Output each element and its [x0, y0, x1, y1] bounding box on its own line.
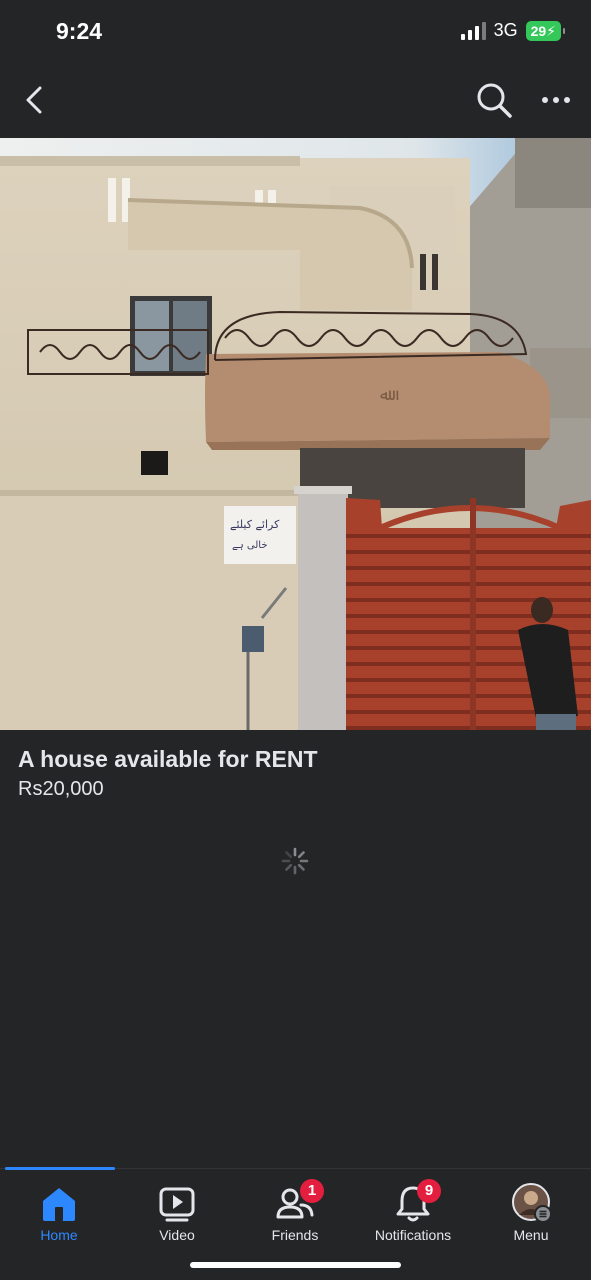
- nav-bar: [0, 64, 591, 138]
- tab-notifications-label: Notifications: [374, 1227, 452, 1243]
- house-photo: ﷲ کرائے کیلئے خالی ہے: [0, 138, 591, 730]
- video-icon: [159, 1187, 195, 1222]
- avatar-menu-icon: [512, 1183, 551, 1223]
- active-tab-indicator: [5, 1167, 115, 1170]
- home-indicator: [190, 1262, 401, 1268]
- home-icon: [43, 1188, 75, 1221]
- svg-text:کرائے کیلئے: کرائے کیلئے: [230, 518, 280, 531]
- back-button[interactable]: [18, 82, 54, 118]
- more-options-button[interactable]: [538, 82, 574, 118]
- listing-photo[interactable]: ﷲ کرائے کیلئے خالی ہے: [0, 138, 591, 730]
- search-icon: [477, 83, 512, 118]
- friends-badge: 1: [300, 1179, 324, 1203]
- listing-title: A house available for RENT: [18, 746, 318, 772]
- search-button[interactable]: [474, 80, 514, 120]
- battery-icon: 29⚡: [525, 20, 566, 41]
- tab-video[interactable]: Video: [118, 1183, 236, 1263]
- tab-home-label: Home: [40, 1227, 78, 1243]
- tab-friends-label: Friends: [271, 1227, 319, 1243]
- tab-video-label: Video: [159, 1227, 195, 1243]
- marketplace-listing-screen: 9:24 3G 29⚡ ﷲ کرائے کیلئے خالی ہے A hous…: [0, 0, 591, 1280]
- chevron-left-icon: [26, 86, 42, 114]
- svg-text:خالی ہے: خالی ہے: [232, 540, 268, 551]
- status-indicators: 3G 29⚡: [460, 20, 566, 41]
- tab-menu-label: Menu: [513, 1227, 549, 1243]
- signal-icon: [460, 21, 486, 40]
- battery-level: 29: [530, 22, 547, 39]
- tab-home[interactable]: Home: [0, 1183, 118, 1263]
- tab-menu[interactable]: Menu: [472, 1183, 590, 1263]
- tab-friends[interactable]: 1 Friends: [236, 1179, 354, 1263]
- status-bar: 9:24 3G 29⚡: [0, 0, 591, 64]
- notifications-badge: 9: [417, 1179, 441, 1203]
- more-horizontal-icon: [542, 97, 570, 103]
- loading-spinner-icon: [281, 847, 309, 875]
- status-time: 9:24: [56, 18, 103, 44]
- listing-price: Rs20,000: [18, 778, 104, 800]
- network-type: 3G: [493, 20, 518, 40]
- tab-notifications[interactable]: 9 Notifications: [354, 1179, 472, 1263]
